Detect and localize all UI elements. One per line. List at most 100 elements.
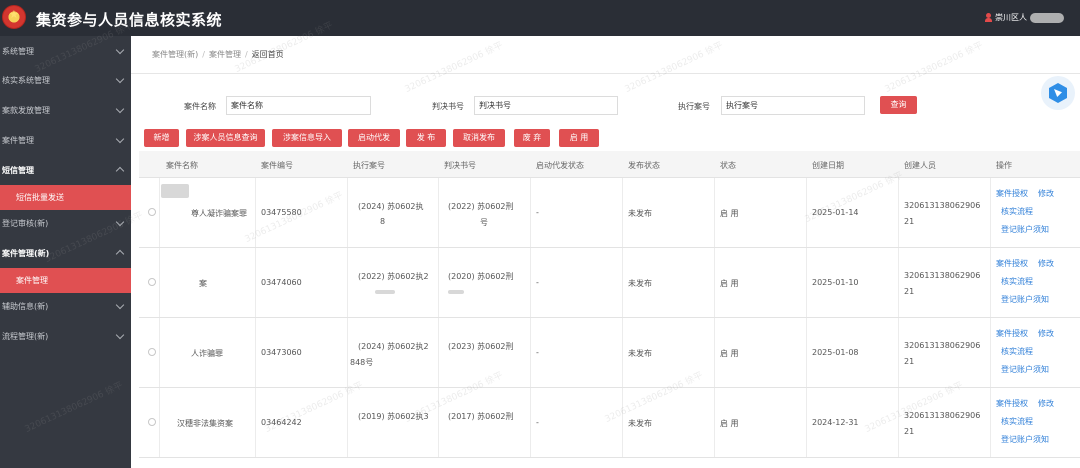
column-divider [990, 178, 991, 247]
start-dist-button[interactable]: 启动代发 [348, 129, 400, 147]
edit-link[interactable]: 修改 [1038, 398, 1054, 409]
verdict-no-input[interactable] [474, 96, 618, 115]
user-name-redaction [1030, 12, 1064, 23]
chevron-down-icon [115, 104, 125, 114]
column-divider [347, 178, 348, 247]
table-row[interactable]: 尊人凝诈骗案罪 03475580 (2024) 苏0602执 8 (2022) … [139, 178, 1080, 248]
sidebar-item-case[interactable]: 案件管理 [0, 125, 131, 155]
case-authorize-link[interactable]: 案件授权 [996, 258, 1028, 269]
redacted-name [161, 184, 189, 198]
column-divider [159, 178, 160, 247]
sidebar-item-case-new[interactable]: 案件管理(新) [0, 238, 131, 268]
sidebar-item-sms-batch[interactable]: 短信批量发送 [0, 185, 131, 210]
case-authorize-link[interactable]: 案件授权 [996, 188, 1028, 199]
column-divider [347, 388, 348, 457]
top-bar: 集资参与人员信息核实系统 崇川区人 [0, 0, 1080, 36]
publish-status-cell: 未发布 [628, 279, 652, 288]
account-notice-link[interactable]: 登记账户须知 [1001, 224, 1049, 235]
unpublish-button[interactable]: 取消发布 [453, 129, 505, 147]
column-divider [159, 248, 160, 317]
row-select-radio[interactable] [148, 208, 156, 216]
main-content: 案件名称 判决书号 执行案号 查询 新增 涉案人员信息查询 涉案信息导入 启动代… [131, 74, 1080, 468]
sidebar-item-case-manage[interactable]: 案件管理 [0, 268, 131, 293]
exec-no-cell-line2: 848号 [350, 358, 374, 367]
column-divider [347, 318, 348, 387]
row-select-radio[interactable] [148, 348, 156, 356]
sidebar-item-verify-system[interactable]: 核实系统管理 [0, 65, 131, 95]
query-person-button[interactable]: 涉案人员信息查询 [186, 129, 265, 147]
case-code-cell: 03473060 [261, 348, 302, 357]
verdict-no-cell-line2: 号 [480, 218, 488, 227]
sidebar-item-label: 流程管理(新) [2, 331, 49, 341]
exec-no-label: 执行案号 [678, 102, 710, 111]
breadcrumb: 案件管理(新) / 案件管理 / 返回首页 [131, 36, 1080, 74]
enable-button[interactable]: 启 用 [559, 129, 599, 147]
column-header: 操作 [996, 161, 1012, 170]
account-notice-link[interactable]: 登记账户须知 [1001, 434, 1049, 445]
creator-cell: 320613138062906 [904, 201, 981, 210]
creator-cell-line2: 21 [904, 217, 915, 226]
sidebar-item-label: 登记审核(新) [2, 218, 49, 228]
column-divider [438, 318, 439, 387]
sidebar-item-aux-info[interactable]: 辅助信息(新) [0, 291, 131, 321]
dist-status-cell: - [536, 348, 539, 357]
edit-link[interactable]: 修改 [1038, 188, 1054, 199]
column-divider [898, 178, 899, 247]
breadcrumb-item[interactable]: 案件管理(新) [152, 49, 198, 60]
column-divider [622, 318, 623, 387]
breadcrumb-item[interactable]: 案件管理 [209, 49, 241, 60]
sidebar-item-system[interactable]: 系统管理 [0, 36, 131, 66]
redacted-exec-no [375, 290, 395, 294]
case-authorize-link[interactable]: 案件授权 [996, 328, 1028, 339]
chevron-down-icon [115, 45, 125, 55]
column-divider [806, 388, 807, 457]
chevron-down-icon [115, 300, 125, 310]
table-row[interactable]: 人诈骗罪 03473060 (2024) 苏0602执2 848号 (2023)… [139, 318, 1080, 388]
exec-no-input[interactable] [721, 96, 865, 115]
edit-link[interactable]: 修改 [1038, 258, 1054, 269]
column-divider [714, 178, 715, 247]
assistant-robot-icon[interactable] [1041, 76, 1075, 110]
account-notice-link[interactable]: 登记账户须知 [1001, 294, 1049, 305]
case-name-input[interactable] [226, 96, 371, 115]
case-name-cell: 案 [199, 279, 207, 288]
verify-flow-link[interactable]: 核实流程 [1001, 346, 1033, 357]
sidebar-item-label: 系统管理 [2, 46, 34, 56]
sidebar-item-flow[interactable]: 流程管理(新) [0, 321, 131, 351]
disable-button[interactable]: 废 弃 [514, 129, 550, 147]
row-select-radio[interactable] [148, 418, 156, 426]
column-divider [714, 248, 715, 317]
user-menu[interactable]: 崇川区人 [985, 12, 1064, 23]
edit-link[interactable]: 修改 [1038, 328, 1054, 339]
verify-flow-link[interactable]: 核实流程 [1001, 276, 1033, 287]
chevron-down-icon [115, 217, 125, 227]
dist-status-cell: - [536, 278, 539, 287]
chevron-up-icon [115, 249, 125, 259]
column-header: 状态 [720, 161, 736, 170]
import-button[interactable]: 涉案信息导入 [272, 129, 342, 147]
verify-flow-link[interactable]: 核实流程 [1001, 206, 1033, 217]
publish-button[interactable]: 发 布 [406, 129, 446, 147]
verify-flow-link[interactable]: 核实流程 [1001, 416, 1033, 427]
sidebar-item-sms[interactable]: 短信管理 [0, 155, 131, 185]
new-button[interactable]: 新增 [144, 129, 179, 147]
verdict-no-cell: (2023) 苏0602刑 [448, 342, 514, 351]
account-notice-link[interactable]: 登记账户须知 [1001, 364, 1049, 375]
table-header: 案件名称 案件编号 执行案号 判决书号 启动代发状态 发布状态 状态 创建日期 … [139, 151, 1080, 178]
case-name-cell: 尊人凝诈骗案罪 [191, 209, 247, 218]
column-header: 案件编号 [261, 161, 293, 170]
column-header: 案件名称 [166, 161, 198, 170]
case-authorize-link[interactable]: 案件授权 [996, 398, 1028, 409]
table-row[interactable]: 案 03474060 (2022) 苏0602执2 (2020) 苏0602刑 … [139, 248, 1080, 318]
status-cell: 启 用 [720, 279, 739, 288]
chevron-down-icon [115, 74, 125, 84]
row-select-radio[interactable] [148, 278, 156, 286]
breadcrumb-home-link[interactable]: 返回首页 [252, 49, 284, 60]
sidebar-item-register-review[interactable]: 登记审核(新) [0, 208, 131, 238]
sidebar-item-payment[interactable]: 案款发放管理 [0, 95, 131, 125]
column-header: 执行案号 [353, 161, 385, 170]
query-button[interactable]: 查询 [880, 96, 917, 114]
table-row[interactable]: 汉穗非法集资案 03464242 (2019) 苏0602执3 (2017) 苏… [139, 388, 1080, 458]
column-divider [438, 178, 439, 247]
column-divider [159, 318, 160, 387]
